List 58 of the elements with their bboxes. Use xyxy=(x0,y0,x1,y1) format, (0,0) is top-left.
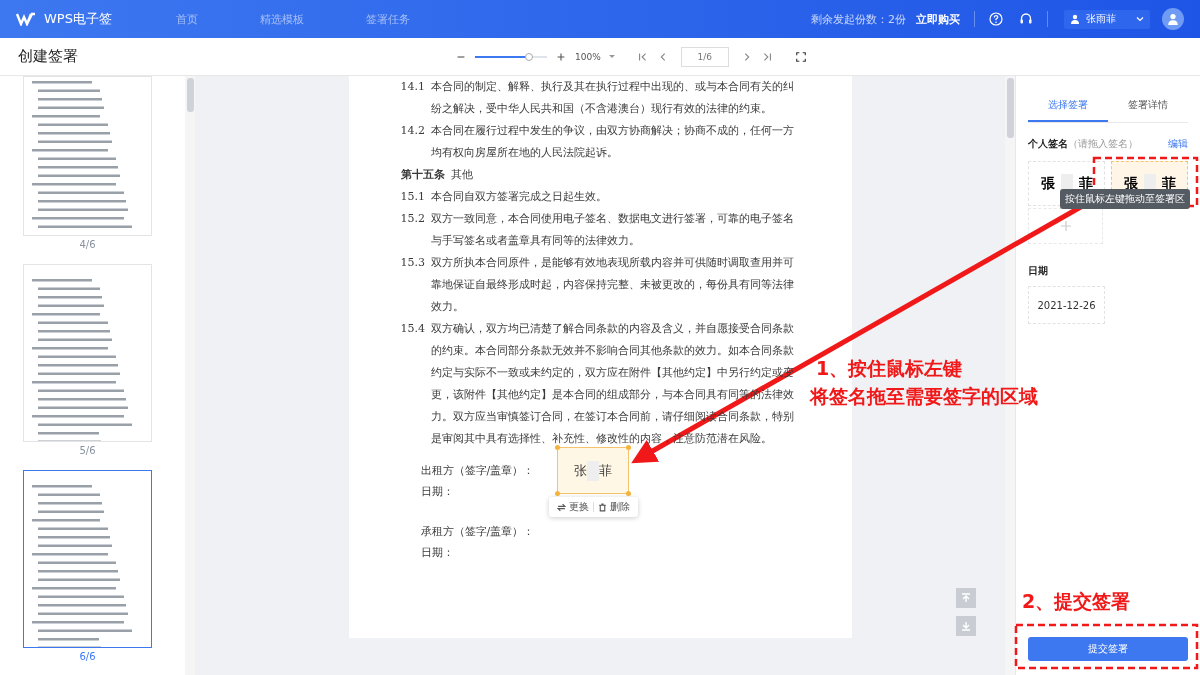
annotation-text: 将签名拖至需要签字的区域 xyxy=(810,384,1038,409)
panel-tab[interactable]: 签署详情 xyxy=(1108,94,1188,122)
clause-text: 本合同的制定、解释、执行及其在执行过程中出现的、或与本合同有关的纠纷之解决，受中华人民共和国（不含港澳台）现行有效的法律的约束。 xyxy=(430,79,794,117)
annotation-text: 2、提交签署 xyxy=(1022,589,1131,614)
clause-title: 其他 xyxy=(450,167,473,183)
quota-text: 剩余发起份数：2份 xyxy=(811,11,906,27)
section-title: 日期 xyxy=(1028,264,1049,278)
page-number: 6/6 xyxy=(79,650,96,664)
help-icon[interactable] xyxy=(989,12,1003,26)
clause-text: 双方一致同意，本合同使用电子签名、数据电文进行签署，可靠的电子签名与手写签名或者盖章具有同等的法律效力。 xyxy=(430,211,794,249)
signer-label: 出租方（签字/盖章）： xyxy=(420,463,535,479)
clause-text: 本合同自双方签署完成之日起生效。 xyxy=(430,189,608,205)
replace-button[interactable]: 更换 xyxy=(552,500,593,514)
user-dropdown[interactable]: 张雨菲 xyxy=(1064,9,1150,29)
page-field[interactable]: 1/6 xyxy=(680,46,729,67)
date-label: 日期： xyxy=(420,484,454,500)
date-label: 日期： xyxy=(420,545,454,561)
clause-number: 15.2 xyxy=(400,211,426,227)
caret-icon xyxy=(608,54,615,59)
clause-number: 14.1 xyxy=(400,79,426,95)
signer-label: 承租方（签字/盖章）： xyxy=(420,524,535,540)
product-name: WPS电子签 xyxy=(44,10,112,28)
plus-icon xyxy=(1059,220,1072,232)
placed-signature[interactable]: 张 菲 xyxy=(556,447,629,494)
tooltip: 按住鼠标左键拖动至签署区 xyxy=(1060,189,1190,209)
person-icon xyxy=(1070,14,1080,24)
fullscreen-icon[interactable] xyxy=(794,50,807,63)
caret-icon xyxy=(1136,16,1144,22)
date-field[interactable]: 2021-12-26 xyxy=(1028,286,1105,324)
clause-number: 15.4 xyxy=(400,321,426,337)
delete-button[interactable]: 删除 xyxy=(593,500,634,514)
buy-link[interactable]: 立即购买 xyxy=(916,11,960,27)
trash-icon xyxy=(597,502,607,512)
edit-link[interactable]: 编辑 xyxy=(1168,137,1188,151)
section-hint: （请拖入签名） xyxy=(1068,137,1138,151)
clause-number: 15.1 xyxy=(400,189,426,205)
page-number: 4/6 xyxy=(79,238,96,252)
headset-icon[interactable] xyxy=(1019,12,1033,26)
zoom-slider[interactable] xyxy=(475,55,547,58)
zoom-reading[interactable]: 100% xyxy=(575,51,601,62)
page-thumbnail[interactable] xyxy=(23,470,152,648)
clause-text: 本合同在履行过程中发生的争议，由双方协商解决；协商不成的，任何一方均有权向房屋所在地的人民法院起诉。 xyxy=(430,123,794,161)
first-page-icon[interactable] xyxy=(636,50,649,63)
section-title: 个人签名 xyxy=(1028,137,1068,151)
clause-number: 14.2 xyxy=(400,123,426,139)
logo-icon xyxy=(16,12,36,26)
clause-number: 15.3 xyxy=(400,255,426,271)
page-title: 创建签署 xyxy=(18,47,78,66)
page-number: 5/6 xyxy=(79,444,96,458)
swap-icon xyxy=(556,502,566,512)
scrollbar-thumb[interactable] xyxy=(1007,78,1014,138)
panel-tab[interactable]: 选择签署 xyxy=(1028,94,1108,122)
clause-text: 双方所执本合同原件，是能够有效地表现所载内容并可供随时调取查用并可靠地保证自最终形成时起，内容保持完整、未被更改的，每份具有同等法律效力。 xyxy=(430,255,794,315)
clause-heading: 第十五条 xyxy=(400,167,445,183)
scrollbar-thumb[interactable] xyxy=(187,78,194,112)
submit-button[interactable]: 提交签署 xyxy=(1028,637,1188,661)
avatar[interactable] xyxy=(1162,8,1184,30)
annotation-text: 1、按住鼠标左键 xyxy=(816,356,963,381)
